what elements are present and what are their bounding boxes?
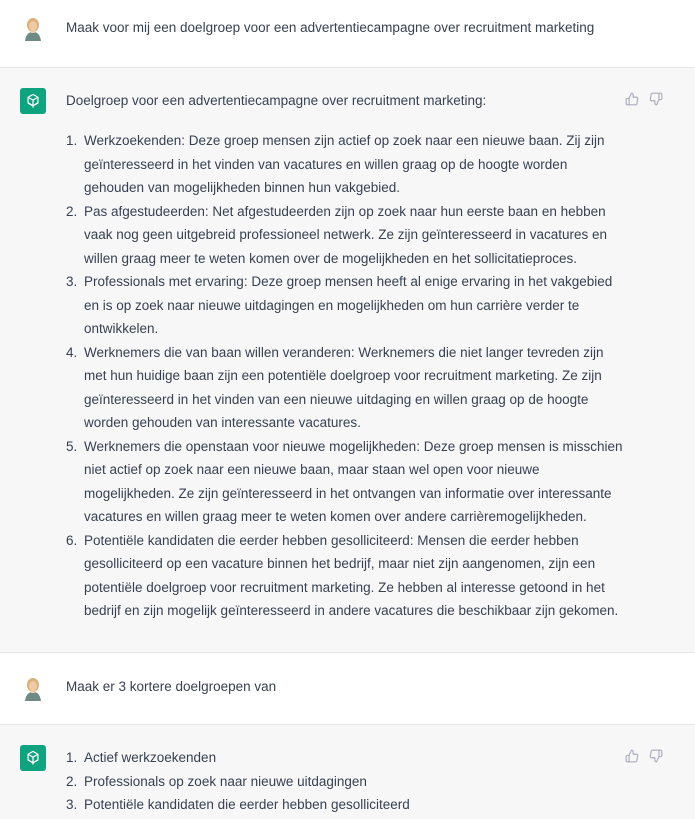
list-item-line: Werkzoekenden: Deze groep mensen zijn ac… <box>84 133 605 148</box>
list-item-line: Professionals op zoek naar nieuwe uitdag… <box>84 773 367 789</box>
openai-logo-icon <box>20 745 46 771</box>
user-avatar <box>20 15 46 41</box>
list-item-line: Pas afgestudeerden: Net afgestudeerden z… <box>84 203 606 219</box>
user-prompt-text: Maak er 3 kortere doelgroepen van <box>66 679 277 694</box>
user-avatar <box>20 675 46 701</box>
assistant-message-1: Doelgroep voor een advertentiecampagne o… <box>0 67 695 653</box>
list-item-line: worden gehouden van interessante vacatur… <box>84 415 361 430</box>
list-item: 1. Werkzoekenden: Deze groep mensen zijn … <box>66 129 633 200</box>
list-item: 6. Potentiële kandidaten die eerder hebbe… <box>66 529 633 623</box>
list-item-number: 3. <box>66 797 78 812</box>
list-item-number: 1. <box>66 750 78 765</box>
list-item: 2. Pas afgestudeerden: Net afgestudeerden… <box>66 200 633 271</box>
list-item: 3. Professionals met ervaring: Deze groep… <box>66 270 633 341</box>
assistant-message-2: 1. Actief werkzoekenden 2. Professionals op… <box>0 724 695 819</box>
audience-list: 1. Werkzoekenden: Deze groep mensen zijn … <box>66 129 633 623</box>
list-item-line: en is op zoek naar nieuwe uitdagingen en… <box>84 297 580 313</box>
openai-logo-icon <box>20 88 46 114</box>
list-item-number: 3. <box>66 274 78 289</box>
list-item-line: geïnteresseerd in het vinden van een nie… <box>84 391 589 407</box>
list-item-number: 2. <box>66 773 78 789</box>
thumbs-down-icon[interactable] <box>649 749 663 763</box>
list-item-line: vaak nog geen uitgebreid professioneel n… <box>84 227 608 242</box>
short-audience-list: 1. Actief werkzoekenden 2. Professionals op… <box>66 746 633 817</box>
list-item: 3. Potentiële kandidaten die eerder hebbe… <box>66 793 633 817</box>
list-item: 1. Actief werkzoekenden <box>66 746 633 770</box>
list-item-number: 5. <box>66 438 78 454</box>
list-item-line: Werknemers die van baan willen verandere… <box>84 344 604 360</box>
list-item-line: niet actief op zoek naar een nieuwe baan… <box>84 462 540 477</box>
list-item-line: Professionals met ervaring: Deze groep m… <box>84 274 613 289</box>
list-item-line: ontwikkelen. <box>84 321 159 336</box>
list-item-line: potentiële doelgroep voor recruitment ma… <box>84 579 605 595</box>
list-item-line: mogelijkheden. Ze zijn geïnteresseerd in… <box>84 485 612 501</box>
user-message-2: Maak er 3 kortere doelgroepen van <box>0 653 695 724</box>
list-item-line: gehouden van mogelijkheden binnen hun va… <box>84 180 401 195</box>
list-item-line: geïnteresseerd in het vinden van vacatur… <box>84 156 568 172</box>
list-item-line: met hun huidige baan zijn een potentiële… <box>84 368 602 383</box>
list-item-line: Actief werkzoekenden <box>84 750 217 765</box>
list-item-line: vacatures en willen graag meer te weten … <box>84 509 587 524</box>
list-item-line: gesolliciteerd op een vacature binnen he… <box>84 556 596 571</box>
list-item-line: Potentiële kandidaten die eerder hebben … <box>84 797 410 812</box>
list-item-line: willen graag meer te weten komen over de… <box>84 250 578 266</box>
list-item: 4. Werknemers die van baan willen verande… <box>66 341 633 435</box>
list-item: 2. Professionals op zoek naar nieuwe uitd… <box>66 770 633 794</box>
list-item: 5. Werknemers die openstaan voor nieuwe m… <box>66 435 633 529</box>
list-item-number: 1. <box>66 133 78 148</box>
user-prompt-text: Maak voor mij een doelgroep voor een adv… <box>66 20 595 35</box>
list-item-number: 6. <box>66 532 78 548</box>
list-item-number: 2. <box>66 203 78 219</box>
assistant-intro-text: Doelgroep voor een advertentiecampagne o… <box>66 93 487 108</box>
list-item-line: Werknemers die openstaan voor nieuwe mog… <box>84 438 623 454</box>
list-item-line: bedrijf en zijn mogelijk geïnteresseerd … <box>84 603 619 618</box>
list-item-number: 4. <box>66 344 78 360</box>
user-message-1: Maak voor mij een doelgroep voor een adv… <box>0 0 695 67</box>
feedback-buttons <box>625 92 663 106</box>
list-item-line: Potentiële kandidaten die eerder hebben … <box>84 532 579 548</box>
thumbs-up-icon[interactable] <box>625 92 639 106</box>
thumbs-down-icon[interactable] <box>649 92 663 106</box>
